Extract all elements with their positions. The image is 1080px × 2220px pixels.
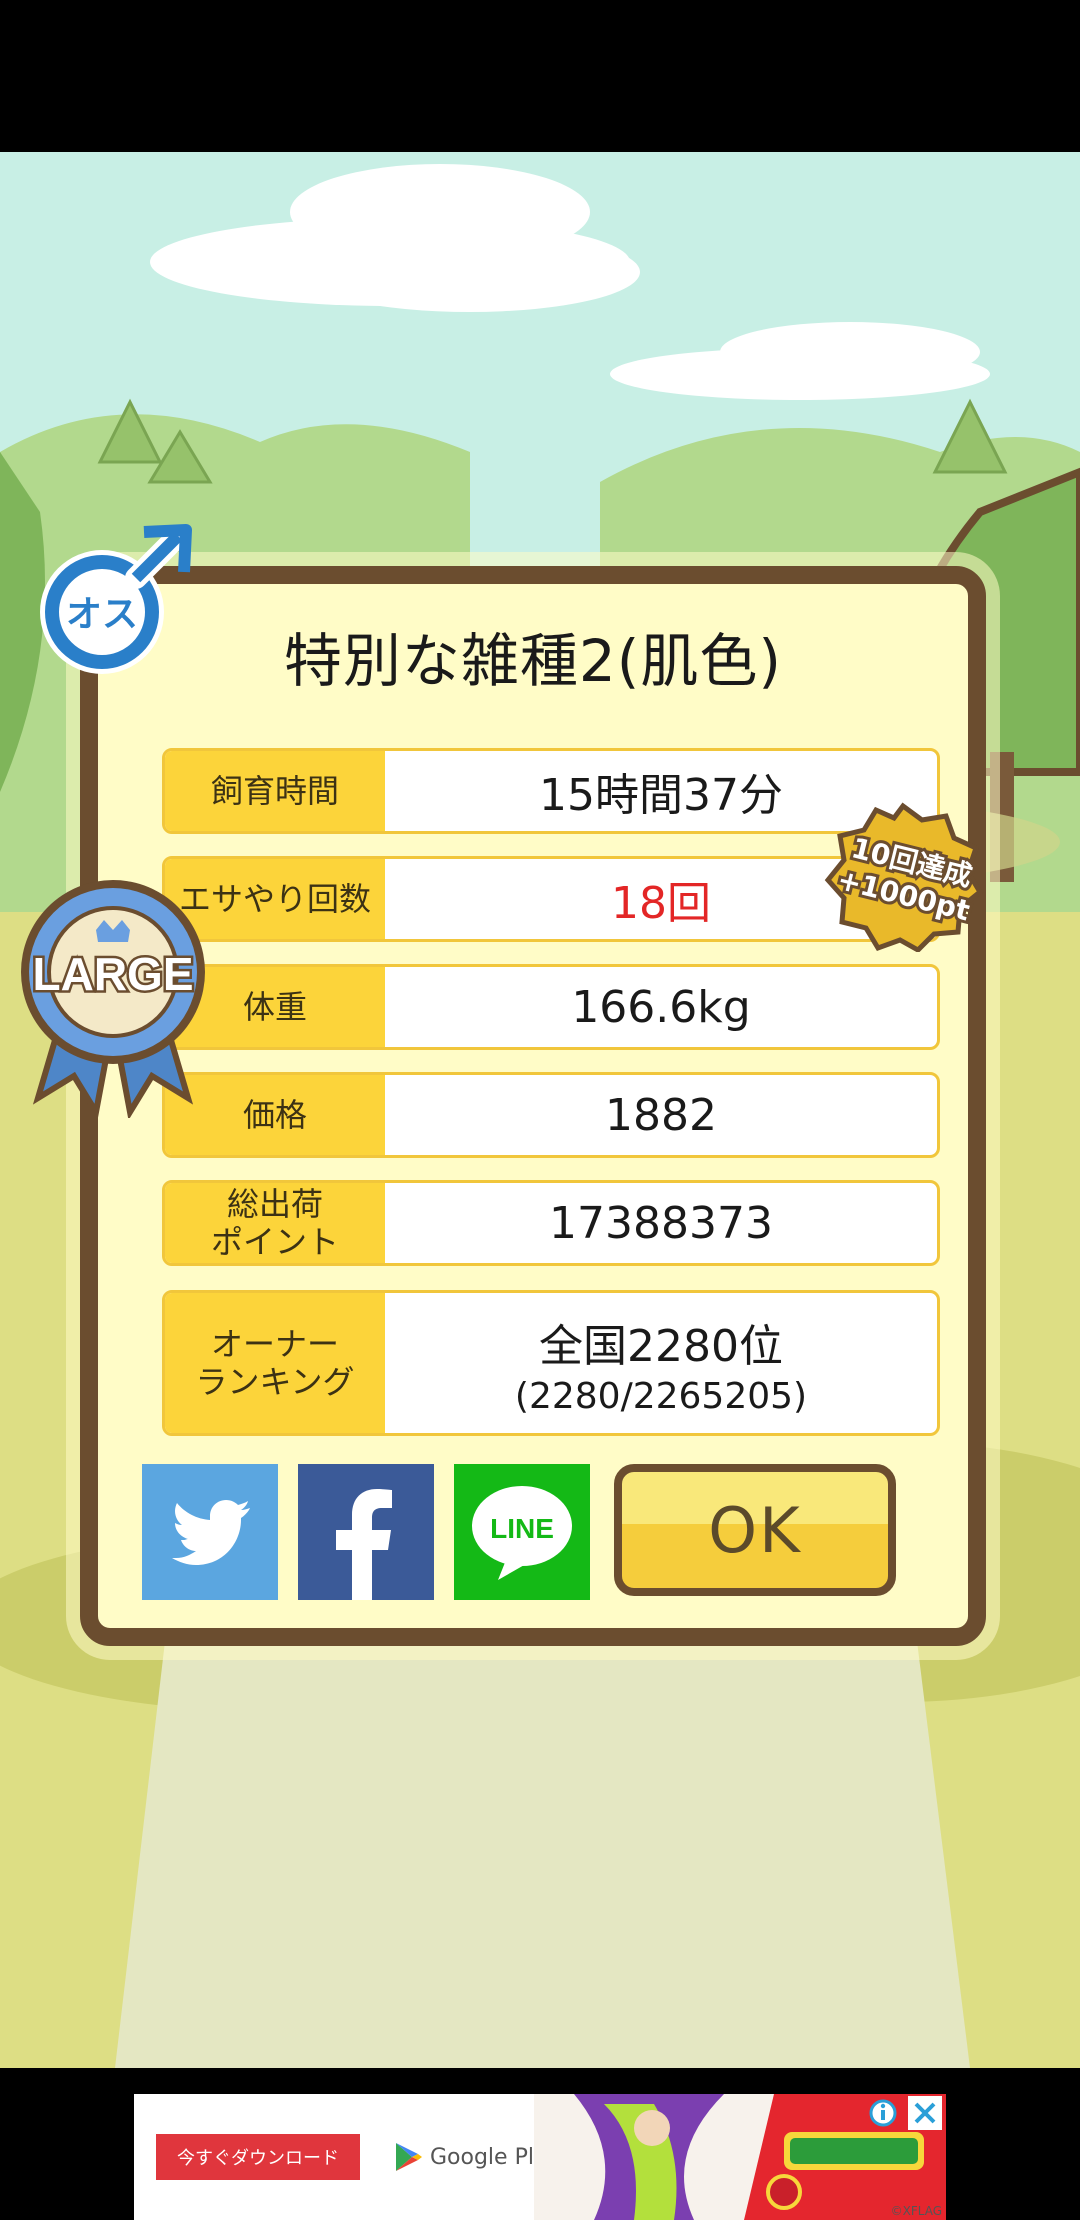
row-total-shipping-points: 総出荷 ポイント 17388373 [162,1180,940,1266]
facebook-share-button[interactable] [298,1464,434,1600]
line-logo-label: LINE [490,1513,554,1544]
ad-download-button[interactable]: 今すぐダウンロード [156,2134,360,2180]
row-weight: 体重 166.6kg [162,964,940,1050]
ad-info-icon[interactable] [868,2098,898,2128]
row-owner-ranking: オーナー ランキング 全国2280位 (2280/2265205) [162,1290,940,1436]
line-bubble-icon: LINE [472,1486,572,1580]
result-dialog: 特別な雑種2(肌色) 飼育時間 15時間37分 エサやり回数 18回 体重 16… [80,566,986,1646]
large-label: LARGE [33,948,194,1000]
row-value: 18回 [611,878,711,929]
ad-copyright: ©XFLAG [890,2204,942,2218]
twitter-bird-icon [172,1500,250,1565]
google-play-icon [396,2143,422,2171]
row-value: 15時間37分 [539,770,783,821]
row-label: 総出荷 ポイント [165,1183,385,1263]
achievement-seal: 10回達成 +1000pt [824,802,984,952]
row-value: 17388373 [549,1197,773,1249]
male-badge: オス [40,524,192,674]
ok-button[interactable]: OK [614,1464,896,1596]
ad-close-icon[interactable] [908,2096,942,2130]
line-share-button[interactable]: LINE [454,1464,590,1600]
row-value: 166.6kg [571,981,751,1033]
row-value: 全国2280位 [539,1320,783,1372]
row-value: 1882 [605,1089,717,1141]
gender-label: オス [66,594,138,635]
dialog-title: 特別な雑種2(肌色) [283,627,783,695]
row-label: オーナー ランキング [165,1293,385,1433]
row-label: 飼育時間 [165,751,385,831]
large-ribbon-badge: LARGE [21,880,205,1118]
twitter-share-button[interactable] [142,1464,278,1600]
row-subvalue: (2280/2265205) [514,1375,808,1417]
ad-banner[interactable]: 今すぐダウンロード Google Play ©XFLAG [134,2094,946,2220]
row-price: 価格 1882 [162,1072,940,1158]
facebook-f-icon [336,1489,392,1600]
